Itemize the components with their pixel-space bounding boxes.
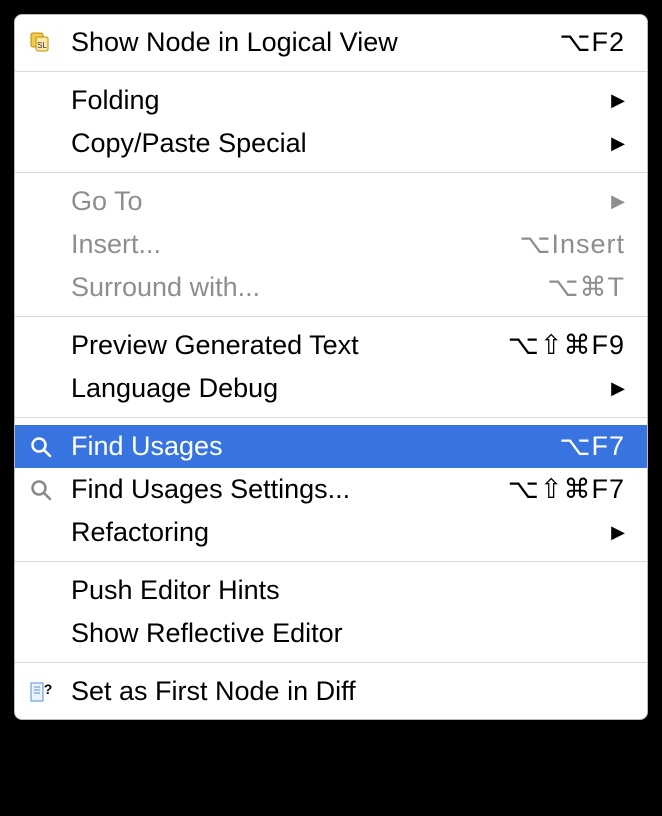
menu-item-label: Push Editor Hints bbox=[71, 575, 625, 606]
submenu-arrow-icon: ▶ bbox=[611, 378, 625, 399]
menu-item-label: Refactoring bbox=[71, 517, 599, 548]
menu-item-label: Folding bbox=[71, 85, 599, 116]
menu-item-insert: Insert... ⌥Insert bbox=[15, 223, 647, 266]
menu-item-label: Go To bbox=[71, 186, 599, 217]
submenu-arrow-icon: ▶ bbox=[611, 191, 625, 212]
menu-item-label: Language Debug bbox=[71, 373, 599, 404]
menu-item-label: Set as First Node in Diff bbox=[71, 676, 625, 707]
menu-item-copy-paste-special[interactable]: Copy/Paste Special ▶ bbox=[15, 122, 647, 165]
menu-item-label: Surround with... bbox=[71, 272, 527, 303]
menu-item-preview-generated-text[interactable]: Preview Generated Text ⌥⇧⌘F9 bbox=[15, 324, 647, 367]
icon-placeholder bbox=[29, 130, 61, 158]
icon-placeholder bbox=[29, 274, 61, 302]
submenu-arrow-icon: ▶ bbox=[611, 522, 625, 543]
menu-item-label: Find Usages bbox=[71, 431, 539, 462]
search-icon bbox=[29, 433, 61, 461]
menu-separator bbox=[15, 172, 647, 173]
menu-item-shortcut: ⌥⇧⌘F7 bbox=[508, 474, 625, 505]
logical-view-icon: SL bbox=[29, 29, 61, 57]
icon-placeholder bbox=[29, 332, 61, 360]
icon-placeholder bbox=[29, 620, 61, 648]
menu-item-label: Show Node in Logical View bbox=[71, 27, 539, 58]
menu-item-label: Insert... bbox=[71, 229, 499, 260]
search-icon-dim bbox=[29, 476, 61, 504]
menu-item-label: Show Reflective Editor bbox=[71, 618, 625, 649]
menu-separator bbox=[15, 316, 647, 317]
menu-item-shortcut: ⌥F2 bbox=[559, 27, 625, 58]
menu-item-shortcut: ⌥Insert bbox=[519, 229, 625, 260]
icon-placeholder bbox=[29, 188, 61, 216]
svg-text:SL: SL bbox=[37, 41, 47, 50]
menu-item-label: Preview Generated Text bbox=[71, 330, 488, 361]
menu-item-show-node-in-logical-view[interactable]: SL Show Node in Logical View ⌥F2 bbox=[15, 21, 647, 64]
icon-placeholder bbox=[29, 231, 61, 259]
menu-item-label: Copy/Paste Special bbox=[71, 128, 599, 159]
context-menu: SLShow Node in Logical View⌥F2Folding▶Co… bbox=[14, 14, 648, 720]
menu-separator bbox=[15, 662, 647, 663]
menu-item-label: Find Usages Settings... bbox=[71, 474, 488, 505]
menu-item-language-debug[interactable]: Language Debug ▶ bbox=[15, 367, 647, 410]
icon-placeholder bbox=[29, 87, 61, 115]
menu-separator bbox=[15, 71, 647, 72]
menu-item-shortcut: ⌥F7 bbox=[559, 431, 625, 462]
svg-text:?: ? bbox=[44, 681, 53, 697]
diff-node-icon: ? bbox=[29, 678, 61, 706]
menu-item-find-usages-settings[interactable]: Find Usages Settings... ⌥⇧⌘F7 bbox=[15, 468, 647, 511]
icon-placeholder bbox=[29, 577, 61, 605]
menu-item-set-as-first-node-in-diff[interactable]: ? Set as First Node in Diff bbox=[15, 670, 647, 713]
submenu-arrow-icon: ▶ bbox=[611, 90, 625, 111]
menu-item-show-reflective-editor[interactable]: Show Reflective Editor bbox=[15, 612, 647, 655]
menu-separator bbox=[15, 417, 647, 418]
menu-item-go-to: Go To ▶ bbox=[15, 180, 647, 223]
submenu-arrow-icon: ▶ bbox=[611, 133, 625, 154]
icon-placeholder bbox=[29, 519, 61, 547]
menu-item-folding[interactable]: Folding ▶ bbox=[15, 79, 647, 122]
menu-item-shortcut: ⌥⌘T bbox=[547, 272, 625, 303]
menu-item-push-editor-hints[interactable]: Push Editor Hints bbox=[15, 569, 647, 612]
menu-separator bbox=[15, 561, 647, 562]
menu-item-surround-with: Surround with... ⌥⌘T bbox=[15, 266, 647, 309]
icon-placeholder bbox=[29, 375, 61, 403]
menu-item-find-usages[interactable]: Find Usages ⌥F7 bbox=[15, 425, 647, 468]
menu-item-refactoring[interactable]: Refactoring ▶ bbox=[15, 511, 647, 554]
menu-item-shortcut: ⌥⇧⌘F9 bbox=[508, 330, 625, 361]
